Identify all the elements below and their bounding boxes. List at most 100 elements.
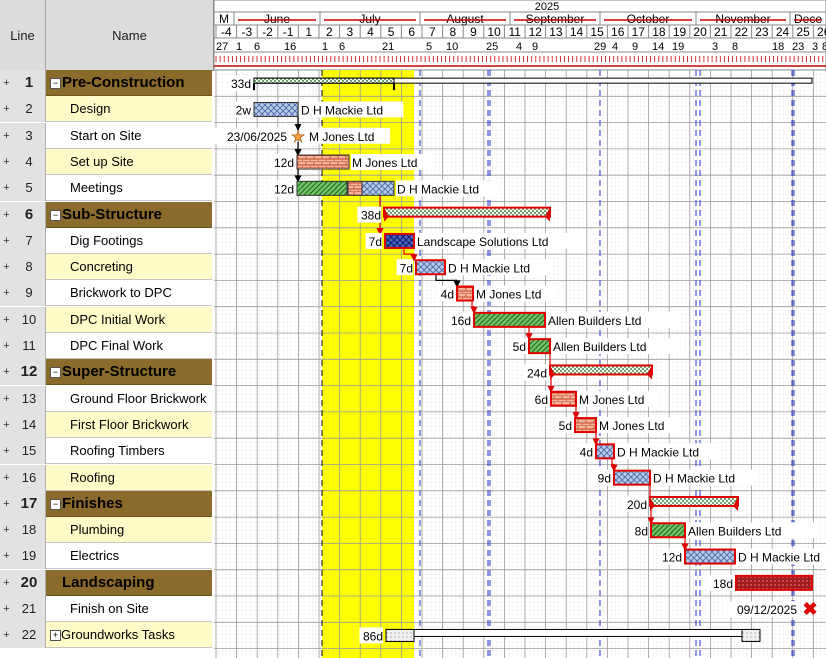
- task-name-cell[interactable]: First Floor Brickwork: [46, 411, 212, 438]
- task-name-cell[interactable]: Set up Site: [46, 148, 212, 175]
- task-row[interactable]: +19 Electrics: [0, 543, 214, 570]
- milestone-star-icon[interactable]: ★: [291, 129, 306, 147]
- row-expand-plus-icon[interactable]: +: [0, 333, 13, 359]
- row-expand-plus-icon[interactable]: +: [0, 227, 13, 254]
- line-column-header[interactable]: Line: [0, 0, 46, 70]
- name-column-header[interactable]: Name: [46, 0, 214, 70]
- task-row[interactable]: +12− Super-Structure: [0, 359, 214, 386]
- row-expand-plus-icon[interactable]: +: [0, 175, 13, 202]
- collapse-icon[interactable]: −: [50, 367, 61, 379]
- row-expand-plus-icon[interactable]: +: [0, 122, 13, 149]
- row-expand-plus-icon[interactable]: +: [0, 543, 13, 570]
- gantt-chart[interactable]: 2025M June July August September October Novem…: [214, 0, 826, 658]
- task-name-cell[interactable]: Landscaping: [46, 569, 212, 596]
- row-expand-plus-icon[interactable]: +: [0, 201, 13, 228]
- task-name-cell[interactable]: Roofing Timbers: [46, 438, 212, 465]
- task-name-cell[interactable]: DPC Final Work: [46, 333, 212, 359]
- row-expand-plus-icon[interactable]: +: [0, 490, 13, 517]
- task-bar[interactable]: [650, 522, 686, 539]
- task-row[interactable]: +16 Roofing: [0, 464, 214, 491]
- task-name-cell[interactable]: DPC Initial Work: [46, 306, 212, 333]
- task-name-cell[interactable]: Ground Floor Brickwork: [46, 385, 212, 412]
- task-row[interactable]: +13 Ground Floor Brickwork: [0, 385, 214, 412]
- task-row[interactable]: +5 Meetings: [0, 175, 214, 202]
- task-name-cell[interactable]: Electrics: [46, 543, 212, 570]
- task-bar[interactable]: [296, 154, 350, 170]
- collapse-icon[interactable]: −: [50, 78, 61, 89]
- task-bar[interactable]: [296, 180, 348, 196]
- task-row[interactable]: +9 Brickwork to DPC: [0, 280, 214, 307]
- expand-icon[interactable]: +: [50, 630, 61, 642]
- task-row[interactable]: +6− Sub-Structure: [0, 201, 214, 228]
- task-name-cell[interactable]: Dig Footings: [46, 227, 212, 254]
- collapse-icon[interactable]: −: [50, 209, 61, 221]
- task-bar-segment[interactable]: [347, 180, 363, 196]
- task-row[interactable]: +3 Start on Site: [0, 122, 214, 149]
- row-expand-plus-icon[interactable]: +: [0, 385, 13, 412]
- task-bar-segment[interactable]: [361, 180, 395, 196]
- row-expand-plus-icon[interactable]: +: [0, 359, 13, 386]
- task-row[interactable]: +4 Set up Site: [0, 148, 214, 175]
- row-expand-plus-icon[interactable]: +: [0, 70, 13, 96]
- task-bar[interactable]: [473, 311, 546, 328]
- task-bar[interactable]: [528, 338, 551, 355]
- row-expand-plus-icon[interactable]: +: [0, 438, 13, 465]
- row-expand-plus-icon[interactable]: +: [0, 280, 13, 307]
- task-name-cell[interactable]: Brickwork to DPC: [46, 280, 212, 307]
- groundworks-bar[interactable]: [385, 628, 761, 637]
- task-name-cell[interactable]: − Sub-Structure: [46, 201, 212, 228]
- task-bar[interactable]: [595, 443, 615, 460]
- row-expand-plus-icon[interactable]: +: [0, 596, 13, 622]
- task-bar[interactable]: [684, 548, 736, 565]
- task-row[interactable]: +14 First Floor Brickwork: [0, 411, 214, 438]
- collapse-icon[interactable]: −: [50, 498, 61, 510]
- summary-bar[interactable]: [549, 364, 653, 376]
- task-name-cell[interactable]: Finish on Site: [46, 596, 212, 622]
- task-name-cell[interactable]: Plumbing: [46, 517, 212, 544]
- task-bar[interactable]: [415, 259, 446, 276]
- row-expand-plus-icon[interactable]: +: [0, 517, 13, 544]
- row-expand-plus-icon[interactable]: +: [0, 569, 13, 596]
- task-row[interactable]: +8 Concreting: [0, 254, 214, 281]
- row-expand-plus-icon[interactable]: +: [0, 411, 13, 438]
- task-name-cell[interactable]: Concreting: [46, 254, 212, 281]
- task-bar[interactable]: [550, 390, 577, 407]
- task-row[interactable]: +20 Landscaping: [0, 569, 214, 596]
- task-row[interactable]: +1− Pre-Construction: [0, 70, 214, 96]
- row-expand-plus-icon[interactable]: +: [0, 148, 13, 175]
- summary-bar[interactable]: [383, 206, 551, 218]
- task-name-cell[interactable]: Meetings: [46, 175, 212, 202]
- task-row[interactable]: +2 Design: [0, 96, 214, 123]
- task-row[interactable]: +18 Plumbing: [0, 517, 214, 544]
- row-expand-plus-icon[interactable]: +: [0, 622, 13, 649]
- dependency-arrow: [610, 458, 618, 472]
- task-row[interactable]: +21 Finish on Site: [0, 596, 214, 622]
- task-bar[interactable]: [574, 417, 597, 434]
- task-name-cell[interactable]: Start on Site: [46, 122, 212, 149]
- task-name-cell[interactable]: − Finishes: [46, 490, 212, 517]
- task-row[interactable]: +11 DPC Final Work: [0, 333, 214, 359]
- task-row[interactable]: +15 Roofing Timbers: [0, 438, 214, 465]
- duration-label: 12d: [274, 156, 294, 170]
- task-bar[interactable]: [456, 285, 474, 302]
- row-expand-plus-icon[interactable]: +: [0, 464, 13, 491]
- task-bar[interactable]: [613, 469, 651, 486]
- line-number: 7: [13, 227, 46, 254]
- task-row[interactable]: +10 DPC Initial Work: [0, 306, 214, 333]
- row-expand-plus-icon[interactable]: +: [0, 96, 13, 123]
- task-name-cell[interactable]: − Pre-Construction: [46, 70, 212, 96]
- task-name-cell[interactable]: Roofing: [46, 464, 212, 491]
- task-bar[interactable]: [253, 101, 299, 117]
- task-bar[interactable]: [384, 232, 415, 249]
- row-expand-plus-icon[interactable]: +: [0, 306, 13, 333]
- row-expand-plus-icon[interactable]: +: [0, 254, 13, 281]
- milestone-finish-icon[interactable]: ✖: [802, 599, 817, 619]
- task-row[interactable]: +22 + Groundworks Tasks: [0, 622, 214, 649]
- summary-bar[interactable]: [649, 495, 739, 507]
- task-name-cell[interactable]: − Super-Structure: [46, 359, 212, 386]
- task-name-cell[interactable]: Design: [46, 96, 212, 123]
- task-bar[interactable]: [735, 574, 813, 591]
- task-name-cell[interactable]: + Groundworks Tasks: [46, 622, 212, 649]
- task-row[interactable]: +7 Dig Footings: [0, 227, 214, 254]
- task-row[interactable]: +17− Finishes: [0, 490, 214, 517]
